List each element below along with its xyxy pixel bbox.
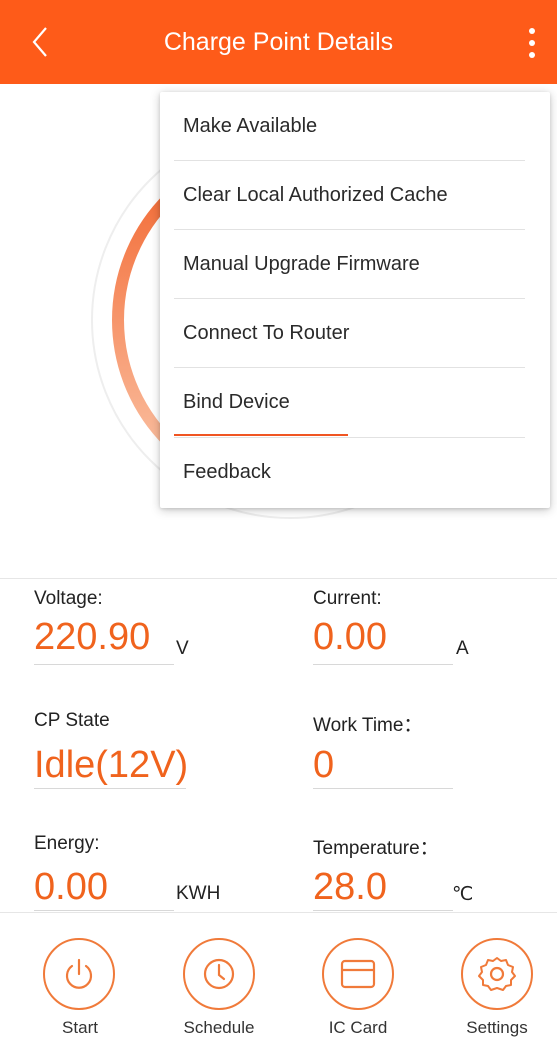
divider (0, 578, 557, 579)
schedule-button[interactable] (183, 938, 255, 1010)
overflow-menu: Make Available Clear Local Authorized Ca… (160, 92, 550, 508)
menu-item-feedback[interactable]: Feedback (160, 438, 550, 507)
current-value: 0.00 (313, 616, 387, 658)
menu-item-bind-device[interactable]: Bind Device (160, 368, 550, 437)
menu-item-label: Bind Device (183, 391, 290, 413)
divider (0, 912, 557, 913)
menu-item-label: Manual Upgrade Firmware (183, 253, 420, 275)
focus-indicator (174, 434, 348, 436)
clock-icon (203, 958, 235, 990)
card-icon (340, 959, 376, 989)
cp-state-value: Idle(12V) (34, 744, 189, 786)
settings-label: Settings (466, 1018, 528, 1037)
app-bar: Charge Point Details (0, 0, 557, 84)
current-label: Current: (313, 588, 382, 609)
ic-card-button[interactable] (322, 938, 394, 1010)
cp-state-underline (34, 788, 186, 789)
schedule-label: Schedule (183, 1018, 255, 1037)
gear-icon (478, 957, 516, 991)
work-time-underline (313, 788, 453, 789)
temperature-value: 28.0 (313, 866, 387, 908)
menu-item-label: Clear Local Authorized Cache (183, 184, 448, 206)
work-time-label: Work Time： (313, 715, 423, 736)
more-vertical-icon[interactable] (517, 22, 547, 64)
menu-item-make-available[interactable]: Make Available (160, 92, 550, 161)
menu-item-label: Connect To Router (183, 322, 350, 344)
temperature-unit: ℃ (452, 884, 474, 905)
energy-value: 0.00 (34, 866, 108, 908)
temperature-underline (313, 910, 453, 911)
voltage-value: 220.90 (34, 616, 151, 658)
voltage-unit: V (176, 638, 189, 659)
start-label: Start (62, 1018, 98, 1037)
menu-item-connect-router[interactable]: Connect To Router (160, 299, 550, 368)
ic-card-label: IC Card (328, 1018, 388, 1037)
page-title: Charge Point Details (163, 28, 394, 56)
menu-item-clear-cache[interactable]: Clear Local Authorized Cache (160, 161, 550, 230)
menu-item-label: Make Available (183, 115, 318, 137)
temperature-label: Temperature： (313, 838, 439, 859)
energy-unit: KWH (176, 883, 221, 904)
menu-item-upgrade-firmware[interactable]: Manual Upgrade Firmware (160, 230, 550, 299)
settings-button[interactable] (461, 938, 533, 1010)
work-time-value: 0 (313, 744, 335, 786)
start-button[interactable] (43, 938, 115, 1010)
current-unit: A (456, 638, 469, 659)
energy-label: Energy: (34, 833, 100, 854)
energy-underline (34, 910, 174, 911)
cp-state-label: CP State (34, 710, 110, 731)
power-icon (65, 958, 93, 989)
voltage-label: Voltage: (34, 588, 103, 609)
voltage-underline (34, 664, 174, 665)
current-underline (313, 664, 453, 665)
menu-item-label: Feedback (183, 461, 271, 483)
